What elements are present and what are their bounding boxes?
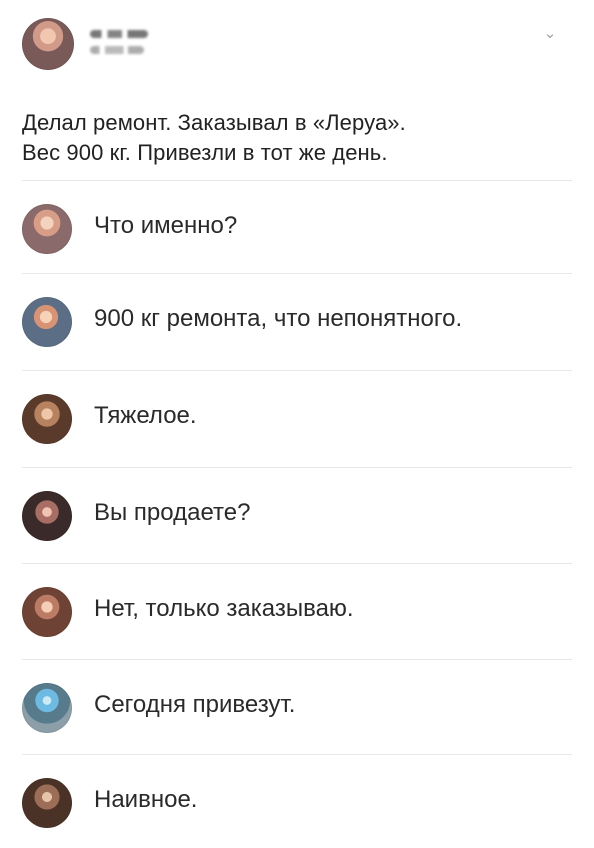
author-avatar[interactable]: [22, 18, 74, 70]
comment-text: Вы продаете?: [94, 499, 251, 526]
user-avatar-icon[interactable]: [22, 297, 72, 347]
divider: [22, 273, 572, 274]
comment-text: Что именно?: [94, 212, 238, 239]
comment-3: Тяжелое.: [22, 372, 572, 464]
post-text-line-1: Делал ремонт. Заказывал в «Леруа».: [22, 110, 406, 135]
divider: [22, 754, 572, 755]
user-avatar-icon[interactable]: [22, 394, 72, 444]
social-post-thread: ⌄ Делал ремонт. Заказывал в «Леруа». Вес…: [0, 0, 594, 848]
user-avatar-icon[interactable]: [22, 778, 72, 828]
divider: [22, 180, 572, 181]
user-avatar-icon[interactable]: [22, 683, 72, 733]
post-text-line-2: Вес 900 кг. Привезли в тот же день.: [22, 140, 388, 165]
user-avatar-icon[interactable]: [22, 587, 72, 637]
comment-1: Что именно?: [22, 182, 572, 274]
comment-text: Нет, только заказываю.: [94, 595, 354, 622]
chevron-down-icon[interactable]: ⌄: [542, 26, 558, 42]
post-text: Делал ремонт. Заказывал в «Леруа». Вес 9…: [22, 108, 542, 168]
comment-text: Наивное.: [94, 786, 198, 813]
user-avatar-icon[interactable]: [22, 491, 72, 541]
blurred-author-handle: [90, 46, 144, 54]
comment-text: Сегодня привезут.: [94, 691, 296, 718]
divider: [22, 659, 572, 660]
divider: [22, 563, 572, 564]
comment-6: Сегодня привезут.: [22, 661, 572, 753]
comment-text: Тяжелое.: [94, 402, 197, 429]
divider: [22, 370, 572, 371]
blurred-author-name: [90, 30, 148, 38]
user-avatar-icon[interactable]: [22, 204, 72, 254]
comment-4: Вы продаете?: [22, 469, 572, 561]
comment-5: Нет, только заказываю.: [22, 565, 572, 657]
post-header: ⌄: [22, 18, 572, 74]
comment-text: 900 кг ремонта, что непонятного.: [94, 305, 463, 332]
divider: [22, 467, 572, 468]
comment-7: Наивное.: [22, 756, 572, 848]
comment-2: 900 кг ремонта, что непонятного.: [22, 275, 572, 367]
